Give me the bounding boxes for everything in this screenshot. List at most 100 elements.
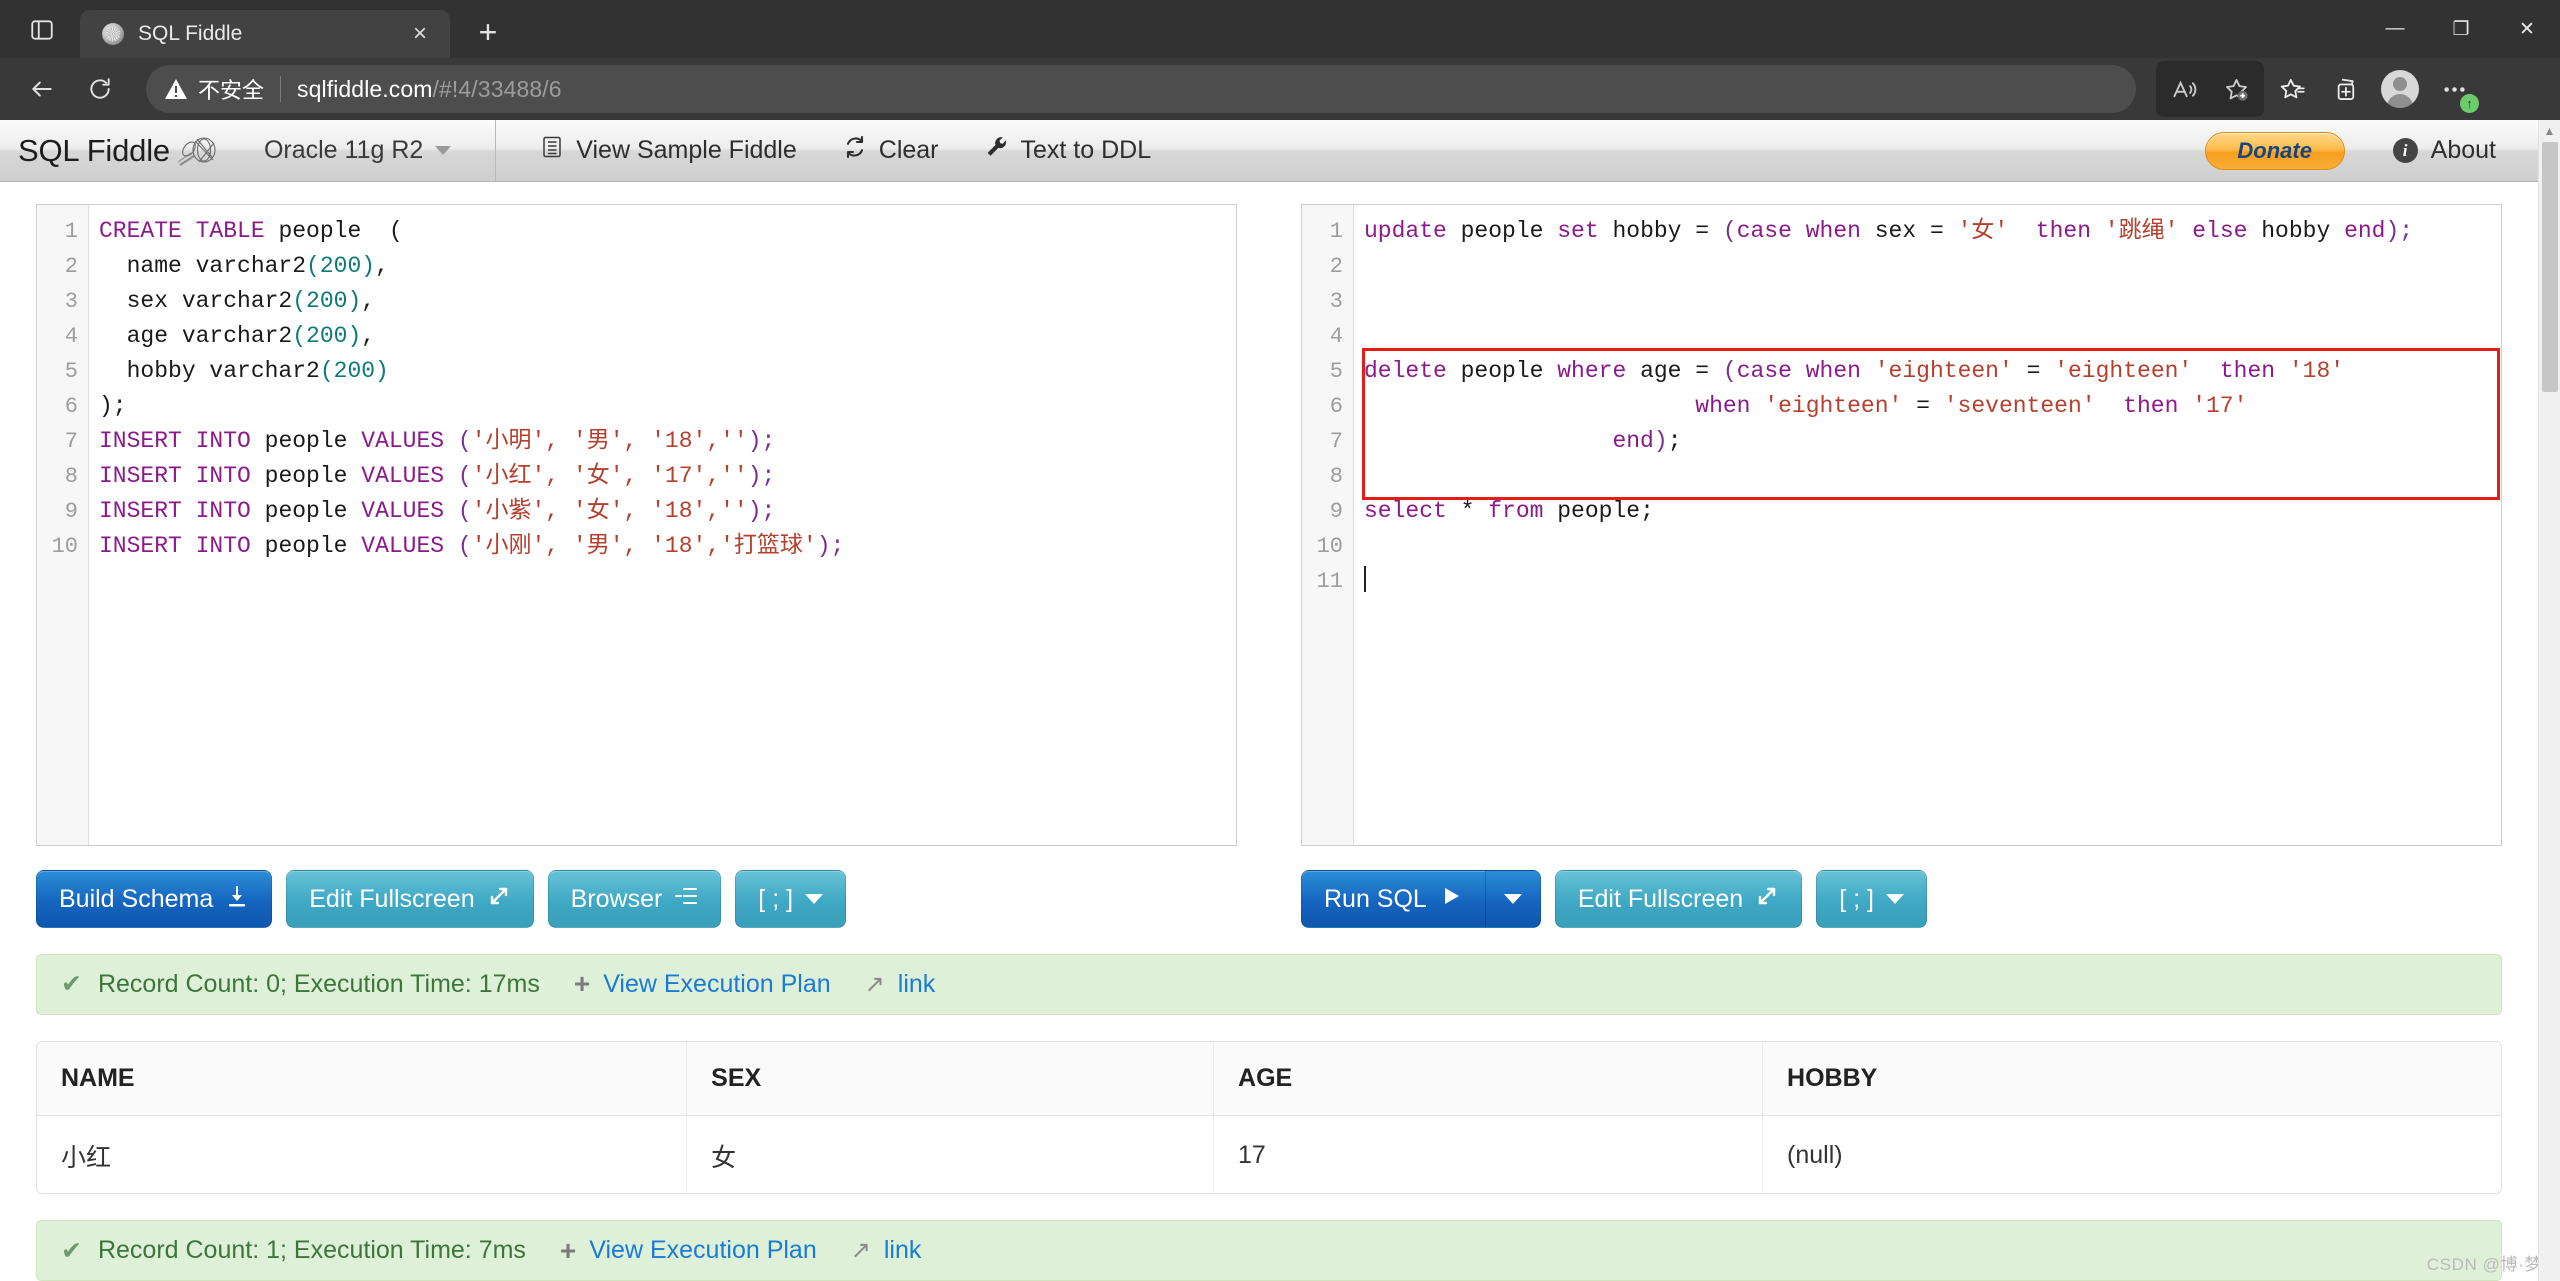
close-icon[interactable]: × [402, 16, 438, 52]
permalink-top-link[interactable]: ↗ link [865, 970, 936, 999]
code-line[interactable]: select * from people; [1364, 494, 2501, 529]
schema-pane: 1 2 3 4 5 6 7 8 9 10 CREATE TABLE people ( name v… [36, 204, 1237, 928]
status-top-text: Record Count: 0; Execution Time: 17ms [97, 969, 540, 998]
code-line[interactable] [1364, 529, 2501, 564]
run-sql-button[interactable]: Run SQL [1301, 870, 1486, 928]
database-selector[interactable]: Oracle 11g R2 [264, 136, 481, 165]
add-favorite-icon[interactable] [2210, 63, 2262, 115]
table-column-header: HOBBY [1762, 1041, 2501, 1116]
window-close-button[interactable]: ✕ [2494, 0, 2560, 58]
insecure-label: 不安全 [198, 78, 265, 103]
query-code[interactable]: update people set hobby = (case when sex… [1354, 205, 2501, 599]
watermark: CSDN @博·梦 [2426, 1255, 2542, 1274]
url-path: /#!4/33488/6 [432, 75, 562, 102]
browser-tab[interactable]: SQL Fiddle × [80, 10, 450, 58]
code-line[interactable]: hobby varchar2(200) [99, 354, 1236, 389]
editor-panes: 1 2 3 4 5 6 7 8 9 10 CREATE TABLE people ( name v… [36, 204, 2502, 928]
arrow-icon: ↗ [850, 1237, 871, 1265]
code-line[interactable]: delete people where age = (case when 'ei… [1364, 354, 2501, 389]
app-brand[interactable]: SQL Fiddle [18, 133, 220, 169]
code-line[interactable]: end); [1364, 424, 2501, 459]
expand-icon [1755, 884, 1779, 915]
clear-button[interactable]: Clear [843, 135, 939, 166]
schema-code[interactable]: CREATE TABLE people ( name varchar2(200)… [89, 205, 1236, 845]
about-button[interactable]: i About [2392, 136, 2496, 165]
code-line[interactable] [1364, 459, 2501, 494]
profile-avatar[interactable] [2374, 63, 2426, 115]
code-line[interactable] [1364, 284, 2501, 319]
code-line[interactable]: INSERT INTO people VALUES ('小紫', '女', '1… [99, 494, 1236, 529]
permalink-bottom-link[interactable]: ↗ link [851, 1236, 922, 1265]
page-scrollbar[interactable]: ▲ [2538, 120, 2560, 1281]
status-bar-bottom: ✔ Record Count: 1; Execution Time: 7ms +… [36, 1220, 2502, 1281]
schema-semicolon-button[interactable]: [ ; ] [735, 870, 847, 928]
text-cursor [1364, 566, 1366, 592]
view-execution-plan-top-link[interactable]: + View Execution Plan [574, 970, 831, 999]
read-aloud-icon[interactable] [2158, 63, 2210, 115]
code-line[interactable]: age varchar2(200), [99, 319, 1236, 354]
query-editor[interactable]: 1 2 3 4 5 6 7 8 9 10 11 update people set hobby = … [1301, 204, 2502, 846]
run-sql-dropdown-button[interactable] [1485, 870, 1541, 928]
browser-button[interactable]: Browser [547, 870, 722, 928]
favorites-icon[interactable] [2266, 63, 2318, 115]
schema-editor[interactable]: 1 2 3 4 5 6 7 8 9 10 CREATE TABLE people ( name v… [36, 204, 1237, 846]
brand-label: SQL Fiddle [18, 132, 170, 168]
query-semicolon-label: [ ; ] [1839, 884, 1874, 913]
address-divider [280, 76, 282, 102]
line-number: 2 [64, 254, 78, 279]
code-line[interactable]: CREATE TABLE people ( [99, 214, 1236, 249]
view-sample-fiddle-button[interactable]: View Sample Fiddle [540, 135, 797, 166]
code-line[interactable] [1364, 564, 2501, 599]
minimize-button[interactable]: — [2362, 0, 2428, 58]
url-text[interactable]: sqlfiddle.com/#!4/33488/6 [297, 76, 562, 103]
address-bar[interactable]: 不安全 sqlfiddle.com/#!4/33488/6 [146, 65, 2136, 113]
code-line[interactable]: INSERT INTO people VALUES ('小红', '女', '1… [99, 459, 1236, 494]
line-number: 4 [64, 324, 78, 349]
browser-toolbar-icons: ↑ [2156, 61, 2480, 117]
code-line[interactable] [1364, 249, 2501, 284]
code-line[interactable]: update people set hobby = (case when sex… [1364, 214, 2501, 249]
collections-icon[interactable] [2320, 63, 2372, 115]
page-viewport: SQL Fiddle Oracle 11g R2 View Sample Fid… [0, 120, 2560, 1281]
code-line[interactable] [1364, 319, 2501, 354]
line-number: 1 [1329, 219, 1343, 244]
view-sample-fiddle-label: View Sample Fiddle [576, 136, 797, 164]
status-bottom-text: Record Count: 1; Execution Time: 7ms [97, 1236, 526, 1265]
code-line[interactable]: INSERT INTO people VALUES ('小刚', '男', '1… [99, 529, 1236, 564]
schema-edit-fullscreen-button[interactable]: Edit Fullscreen [286, 870, 534, 928]
line-number: 2 [1329, 254, 1343, 279]
code-line[interactable]: sex varchar2(200), [99, 284, 1236, 319]
code-line[interactable]: INSERT INTO people VALUES ('小明', '男', '1… [99, 424, 1236, 459]
code-line[interactable]: ); [99, 389, 1236, 424]
maximize-button[interactable]: ❐ [2428, 0, 2494, 58]
donate-button[interactable]: Donate [2204, 131, 2345, 170]
query-semicolon-button[interactable]: [ ; ] [1816, 870, 1927, 928]
warning-triangle-icon [164, 78, 188, 100]
text-to-ddl-button[interactable]: Text to DDL [985, 135, 1151, 166]
query-edit-fullscreen-button[interactable]: Edit Fullscreen [1554, 870, 1803, 928]
back-icon[interactable] [16, 63, 68, 115]
line-number: 10 [1316, 534, 1343, 559]
scrollbar-thumb[interactable] [2542, 142, 2558, 392]
schema-buttons: Build Schema Edit Fullscreen Browser [;… [36, 870, 1237, 928]
line-number: 1 [64, 219, 78, 244]
line-number: 10 [51, 534, 78, 559]
results-table: NAME SEX AGE HOBBY 小红女 17 (null) [37, 1041, 2501, 1194]
browser-window: SQL Fiddle × + — ❐ ✕ 不安全 sqlfiddle.com/#… [0, 0, 2560, 1281]
new-tab-button[interactable]: + [464, 8, 512, 56]
settings-more-icon[interactable]: ↑ [2428, 63, 2480, 115]
code-line[interactable]: when 'eighteen' = 'seventeen' then '17' [1364, 389, 2501, 424]
download-icon [225, 884, 249, 915]
line-number: 6 [64, 394, 78, 419]
scroll-up-icon[interactable]: ▲ [2539, 120, 2560, 142]
view-execution-plan-bottom-link[interactable]: + View Execution Plan [560, 1236, 817, 1265]
security-indicator[interactable]: 不安全 [164, 73, 264, 105]
results-table-container: NAME SEX AGE HOBBY 小红女 17 (null) [36, 1040, 2502, 1195]
build-schema-button[interactable]: Build Schema [36, 870, 273, 928]
reload-icon[interactable] [74, 63, 126, 115]
chevron-down-icon [1885, 894, 1904, 904]
database-label: Oracle 11g R2 [263, 136, 424, 164]
code-line[interactable]: name varchar2(200), [99, 249, 1236, 284]
wrench-icon [985, 135, 1009, 166]
tab-search-icon[interactable] [14, 2, 70, 58]
